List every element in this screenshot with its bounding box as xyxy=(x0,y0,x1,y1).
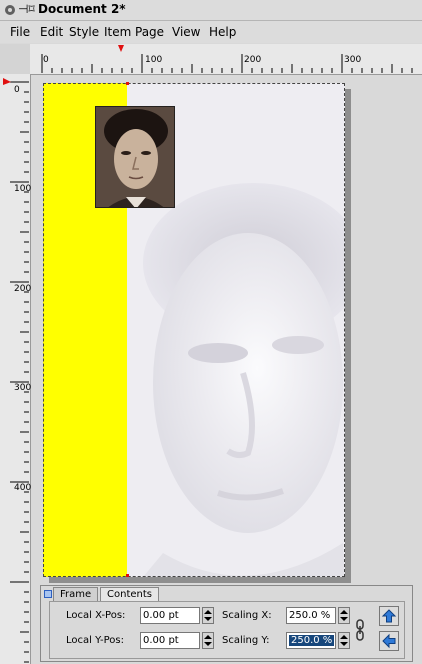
vruler-label-100: 100 xyxy=(14,184,32,194)
frame-handle-bottom[interactable] xyxy=(126,574,129,577)
flip-vertical-button[interactable] xyxy=(379,606,399,626)
vruler-label-200: 200 xyxy=(14,284,32,294)
window-titlebar: ⊣⌑ Document 2* xyxy=(0,0,422,21)
ruler-corner[interactable] xyxy=(0,44,31,75)
menu-item[interactable]: Item xyxy=(104,25,131,39)
vruler-label-400: 400 xyxy=(14,483,32,493)
menu-view[interactable]: View xyxy=(172,25,200,39)
local-y-label: Local Y-Pos: xyxy=(66,635,124,646)
menu-style[interactable]: Style xyxy=(69,25,99,39)
properties-panel: Frame Contents Local X-Pos: 0.00 pt Scal… xyxy=(40,585,413,662)
scaling-y-input[interactable]: 250.0 % xyxy=(286,632,336,649)
tab-contents[interactable]: Contents xyxy=(100,587,159,602)
flip-horizontal-button[interactable] xyxy=(379,631,399,651)
menu-file[interactable]: File xyxy=(10,25,30,39)
local-y-spinner[interactable] xyxy=(202,632,214,649)
frame-handle-top[interactable] xyxy=(126,82,129,85)
arrow-up-icon xyxy=(381,609,397,623)
panel-menu-icon[interactable] xyxy=(44,590,52,598)
scaling-y-selected-text: 250.0 % xyxy=(289,635,335,646)
menu-page[interactable]: Page xyxy=(135,25,164,39)
ruler-marker-icon[interactable] xyxy=(3,78,11,85)
window-menu-icon[interactable] xyxy=(4,4,16,16)
scaling-x-spinner[interactable] xyxy=(338,607,350,624)
ruler-marker-icon[interactable] xyxy=(118,45,124,52)
hruler-label-0: 0 xyxy=(43,55,49,65)
chain-link-icon[interactable] xyxy=(355,618,365,642)
contents-group: Local X-Pos: 0.00 pt Scaling X: 250.0 % … xyxy=(49,601,405,659)
vruler-label-300: 300 xyxy=(14,383,32,393)
pin-icon[interactable]: ⊣⌑ xyxy=(18,2,35,16)
scaling-x-input[interactable]: 250.0 % xyxy=(286,607,336,624)
hruler-label-100: 100 xyxy=(145,55,163,65)
window-title: Document 2* xyxy=(38,2,126,16)
menu-bar: File Edit Style Item Page View Help xyxy=(0,21,422,43)
local-y-input[interactable]: 0.00 pt xyxy=(140,632,200,649)
tab-frame[interactable]: Frame xyxy=(53,587,99,602)
scaling-y-spinner[interactable] xyxy=(338,632,350,649)
horizontal-ruler[interactable]: 0 100 200 300 xyxy=(30,44,422,75)
portrait-image xyxy=(96,107,174,207)
arrow-left-icon xyxy=(382,633,396,649)
local-x-label: Local X-Pos: xyxy=(66,610,126,621)
local-x-spinner[interactable] xyxy=(202,607,214,624)
hruler-label-200: 200 xyxy=(244,55,262,65)
menu-edit[interactable]: Edit xyxy=(40,25,63,39)
document-page[interactable] xyxy=(43,83,345,577)
menu-help[interactable]: Help xyxy=(209,25,236,39)
document-canvas[interactable] xyxy=(31,75,422,664)
local-x-input[interactable]: 0.00 pt xyxy=(140,607,200,624)
scaling-x-label: Scaling X: xyxy=(222,610,272,621)
scaling-y-label: Scaling Y: xyxy=(222,635,270,646)
portrait-image-frame[interactable] xyxy=(95,106,175,208)
vertical-ruler[interactable]: 0 100 200 300 400 xyxy=(0,74,31,664)
vruler-label-0: 0 xyxy=(14,85,20,95)
hruler-label-300: 300 xyxy=(344,55,362,65)
